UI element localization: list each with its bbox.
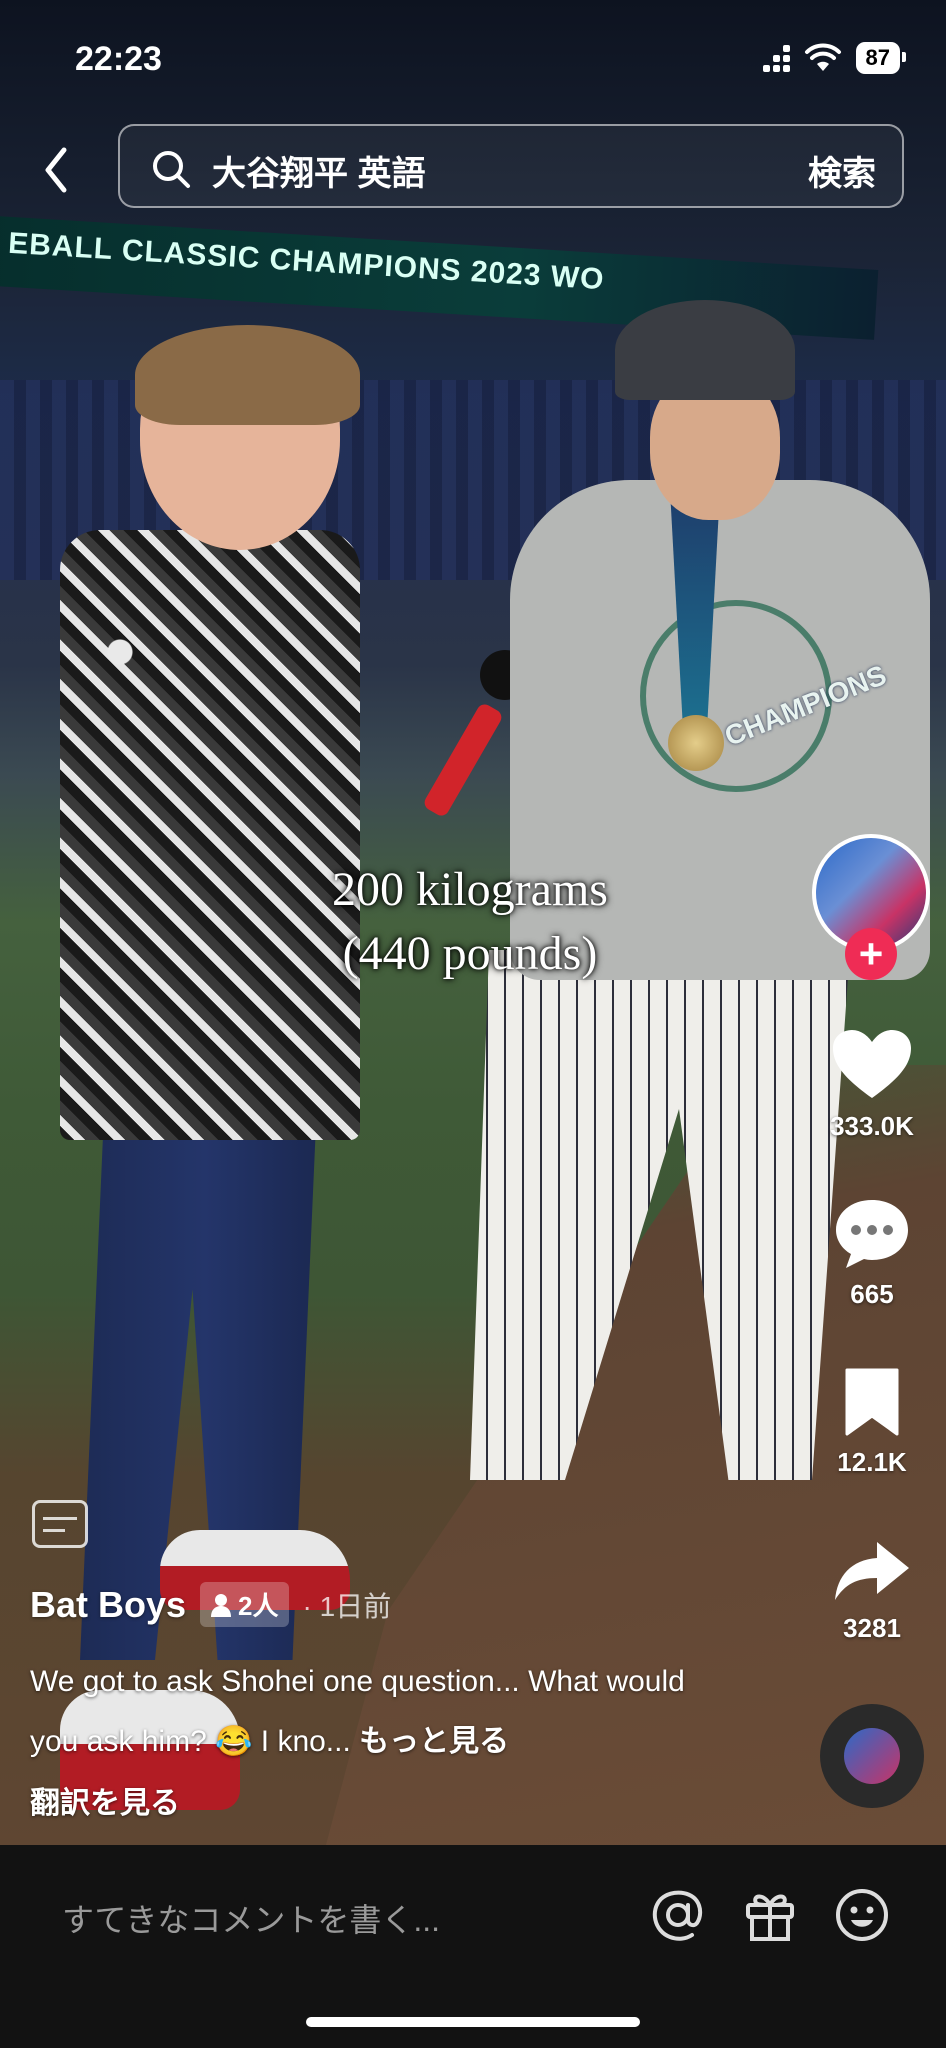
more-link[interactable]: もっと見る (359, 1725, 509, 1758)
share-icon (835, 1542, 909, 1600)
translate-link[interactable]: 翻訳を見る (30, 1778, 180, 1822)
interviewer-shirt (60, 530, 360, 1140)
description-text: We got to ask Shohei one question... Wha… (30, 1665, 685, 1758)
status-icons: 87 (762, 42, 907, 74)
share-button[interactable]: 3281 (820, 1538, 924, 1644)
like-button[interactable]: 333.0K (820, 1028, 924, 1142)
battery-indicator: 87 (855, 42, 907, 74)
emoji-icon[interactable] (832, 1885, 892, 1945)
banner-text: EBALL CLASSIC CHAMPIONS 2023 WO (7, 226, 606, 297)
video-caption: 200 kilograms (440 pounds) (240, 858, 700, 986)
search-bar[interactable]: 大谷翔平 英語 検索 (118, 124, 904, 208)
cellular-signal-icon (762, 44, 790, 72)
back-icon[interactable] (36, 140, 76, 200)
like-count: 333.0K (830, 1111, 914, 1141)
collab-count: 2人 (238, 1591, 279, 1621)
search-button[interactable]: 検索 (808, 146, 876, 195)
wifi-icon (804, 43, 841, 71)
comment-button[interactable]: 665 (820, 1196, 924, 1310)
save-count: 12.1K (837, 1447, 907, 1477)
follow-button[interactable]: + (845, 928, 897, 980)
heart-icon (833, 1030, 911, 1098)
author-row: Bat Boys 2人 · 1日前 (30, 1582, 391, 1627)
save-button[interactable]: 12.1K (820, 1366, 924, 1478)
microphone (421, 701, 505, 819)
home-indicator (306, 2017, 640, 2027)
comment-icon (836, 1200, 908, 1268)
music-thumbnail (844, 1728, 900, 1784)
post-description[interactable]: We got to ask Shohei one question... Wha… (30, 1652, 730, 1772)
post-time: · 1日前 (302, 1590, 392, 1622)
share-count: 3281 (843, 1613, 901, 1643)
search-icon (153, 151, 190, 188)
gift-icon[interactable] (740, 1885, 800, 1945)
mention-icon[interactable] (648, 1885, 708, 1945)
interviewer-hair (135, 325, 360, 425)
bookmark-icon (845, 1368, 899, 1436)
subtitle-icon[interactable] (32, 1500, 88, 1548)
person-icon (211, 1593, 232, 1617)
search-query[interactable]: 大谷翔平 英語 (212, 146, 425, 195)
music-disc[interactable] (820, 1704, 924, 1808)
status-time: 22:23 (75, 40, 162, 78)
author-name[interactable]: Bat Boys (30, 1584, 186, 1626)
comment-input[interactable]: すてきなコメントを書く... (62, 1895, 440, 1941)
medal (668, 715, 724, 771)
collab-badge[interactable]: 2人 (200, 1582, 289, 1627)
caption-line: (440 pounds) (342, 927, 598, 980)
comment-count: 665 (850, 1279, 894, 1309)
comment-bar: すてきなコメントを書く... (0, 1845, 946, 2048)
player-cap (615, 300, 795, 400)
caption-line: 200 kilograms (332, 863, 608, 916)
